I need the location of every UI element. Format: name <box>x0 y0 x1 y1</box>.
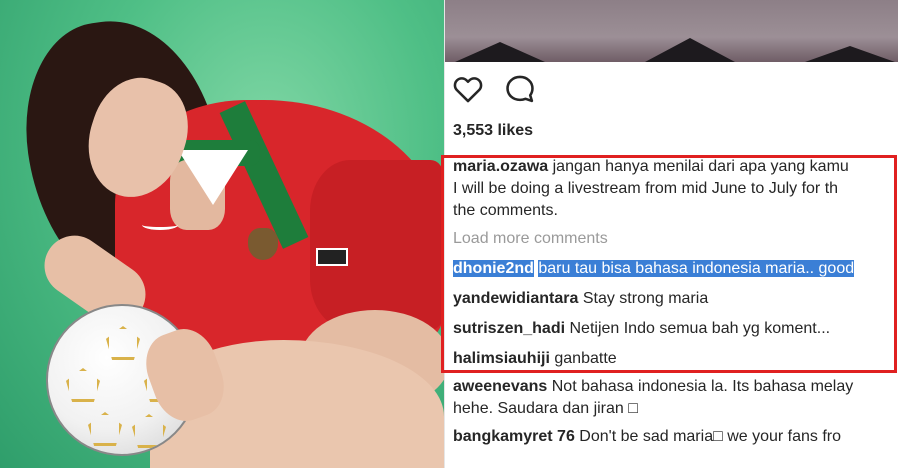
comment-bubble-icon[interactable] <box>503 72 537 106</box>
jersey-logo <box>142 220 178 230</box>
likes-count[interactable]: 3,553 likes <box>453 122 533 140</box>
caption-text-line: the comments. <box>453 202 558 219</box>
comment-row: bangkamyret 76 Don't be sad maria□ we yo… <box>453 426 898 448</box>
ball-panel <box>106 326 140 360</box>
ball-panel <box>66 368 100 402</box>
comment-row: halimsiauhiji ganbatte <box>453 348 898 370</box>
caption-username[interactable]: maria.ozawa <box>453 158 548 175</box>
ball-panel <box>88 412 122 446</box>
load-more-comments-link[interactable]: Load more comments <box>453 228 898 250</box>
post-photo <box>0 0 444 468</box>
comment-text: baru tau bisa bahasa indonesia maria.. g… <box>538 260 855 277</box>
heart-icon[interactable] <box>451 72 485 106</box>
comment-text: ganbatte <box>554 350 617 367</box>
post-actions <box>451 72 537 106</box>
comment-username[interactable]: sutriszen_hadi <box>453 320 565 337</box>
comment-username[interactable]: halimsiauhiji <box>453 350 550 367</box>
jersey-badge <box>316 248 348 266</box>
comment-username[interactable]: dhonie2nd <box>453 260 534 277</box>
caption-text: jangan hanya menilai dari apa yang kamu <box>552 158 849 175</box>
comments-section: maria.ozawa jangan hanya menilai dari ap… <box>453 156 898 448</box>
comment-row: yandewidiantara Stay strong maria <box>453 288 898 310</box>
instagram-post-panel: 3,553 likes maria.ozawa jangan hanya men… <box>444 0 898 468</box>
mountain-silhouette <box>455 42 545 62</box>
caption-text-line: I will be doing a livestream from mid Ju… <box>453 180 839 197</box>
comment-text-line: hehe. Saudara dan jiran □ <box>453 400 638 417</box>
jersey-sleeve-shape <box>310 160 444 330</box>
comment-row: aweenevans Not bahasa indonesia la. Its … <box>453 376 898 398</box>
jersey-crest <box>248 228 278 260</box>
comment-row: sutriszen_hadi Netijen Indo semua bah yg… <box>453 318 898 340</box>
previous-post-image <box>445 0 898 62</box>
mountain-silhouette <box>645 38 735 62</box>
ball-panel <box>132 414 166 448</box>
caption: maria.ozawa jangan hanya menilai dari ap… <box>453 156 898 178</box>
comment-text: Don't be sad maria□ we your fans fro <box>579 428 842 445</box>
comment-username[interactable]: bangkamyret 76 <box>453 428 575 445</box>
mountain-silhouette <box>805 46 895 62</box>
comment-text: Netijen Indo semua bah yg koment... <box>569 320 831 337</box>
comment-row: dhonie2nd baru tau bisa bahasa indonesia… <box>453 258 898 280</box>
comment-text: Not bahasa indonesia la. Its bahasa mela… <box>551 378 854 395</box>
comment-username[interactable]: yandewidiantara <box>453 290 578 307</box>
comment-text: Stay strong maria <box>582 290 709 307</box>
comment-username[interactable]: aweenevans <box>453 378 547 395</box>
